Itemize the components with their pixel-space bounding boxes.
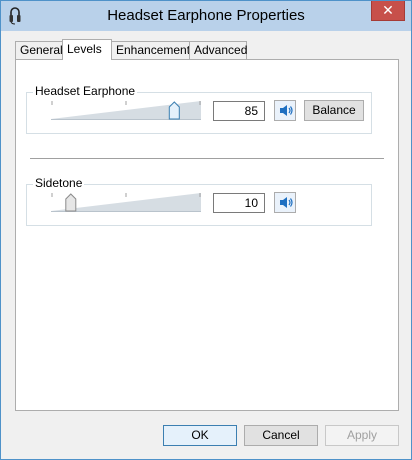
sidetone-mute-button[interactable] <box>274 192 296 213</box>
ok-button[interactable]: OK <box>163 425 237 446</box>
sidetone-volume-value[interactable]: 10 <box>213 193 265 213</box>
close-button[interactable]: ✕ <box>371 1 405 21</box>
tab-enhancements[interactable]: Enhancements <box>111 41 196 59</box>
window-title: Headset Earphone Properties <box>107 7 305 24</box>
tab-general[interactable]: General <box>15 41 63 59</box>
headset-mute-button[interactable] <box>274 100 296 121</box>
apply-button[interactable]: Apply <box>325 425 399 446</box>
headset-earphone-label: Headset Earphone <box>33 84 138 98</box>
speaker-icon <box>275 105 295 123</box>
properties-window: Headset Earphone Properties ✕ General Le… <box>0 0 412 460</box>
headset-earphone-group: Headset Earphone 85 Balance <box>26 84 372 134</box>
sidetone-volume-slider[interactable] <box>51 191 201 213</box>
title-bar[interactable]: Headset Earphone Properties ✕ <box>1 1 411 31</box>
separator <box>30 158 384 159</box>
speaker-icon <box>275 197 295 215</box>
levels-panel: Headset Earphone 85 Balance Sidetone 10 <box>15 59 399 411</box>
headset-volume-value[interactable]: 85 <box>213 101 265 121</box>
headset-icon <box>9 7 21 25</box>
sidetone-label: Sidetone <box>33 176 85 190</box>
headset-volume-slider[interactable] <box>51 99 201 121</box>
sidetone-slider-thumb[interactable] <box>65 193 77 212</box>
cancel-button[interactable]: Cancel <box>244 425 318 446</box>
balance-button[interactable]: Balance <box>304 100 364 121</box>
tab-levels[interactable]: Levels <box>62 39 112 60</box>
sidetone-group: Sidetone 10 <box>26 176 372 226</box>
tab-advanced[interactable]: Advanced <box>189 41 247 59</box>
